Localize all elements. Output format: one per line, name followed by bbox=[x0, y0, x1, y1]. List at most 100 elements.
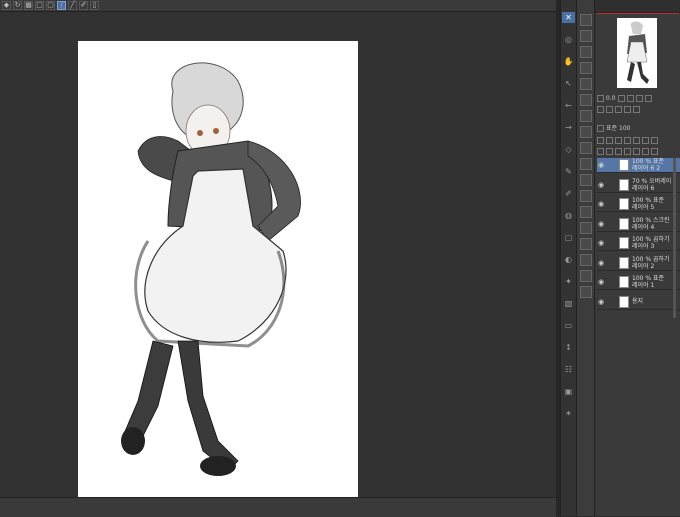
crop-icon[interactable]: ▢ bbox=[46, 1, 55, 10]
layer-row[interactable]: ◉ 100 % 표준 레이어 1 bbox=[597, 275, 680, 290]
layer-label: 100 % 곱하기 레이어 3 bbox=[632, 236, 670, 250]
tool-button[interactable]: → bbox=[562, 122, 575, 133]
tool-button[interactable]: ▭ bbox=[562, 320, 575, 331]
tool-options-bar: ◆ ↻ ▦ □ ▢ ∕ ╱ ✐ ▯ bbox=[0, 0, 560, 12]
layer-label: 100 % 스크린 레이어 4 bbox=[632, 217, 670, 231]
layer-label: 용지 bbox=[632, 298, 643, 305]
layer-opacity-value[interactable]: 100 bbox=[619, 124, 630, 133]
visibility-eye-icon[interactable]: ◉ bbox=[597, 200, 605, 208]
layer-row[interactable]: ◉ 100 % 스크린 레이어 4 bbox=[597, 217, 680, 232]
tool-button[interactable]: ✎ bbox=[562, 166, 575, 177]
tool-button[interactable]: ↖ bbox=[562, 78, 575, 89]
layer-label: 100 % 곱하기 레이어 2 bbox=[632, 256, 670, 270]
brush-icon[interactable]: ✐ bbox=[79, 1, 88, 10]
layer-row[interactable]: ◉ 100 % 곱하기 레이어 3 bbox=[597, 236, 680, 251]
layer-thumbnail bbox=[619, 295, 629, 308]
visibility-eye-icon[interactable]: ◉ bbox=[597, 278, 605, 286]
tool-button[interactable]: ✶ bbox=[562, 408, 575, 419]
visibility-eye-icon[interactable]: ◉ bbox=[597, 298, 605, 306]
layer-label: 70 % 오버레이 레이어 6 bbox=[632, 178, 671, 192]
layer-row[interactable]: ◉ 100 % 곱하기 레이어 2 bbox=[597, 256, 680, 271]
flip-icon[interactable]: ◆ bbox=[2, 1, 11, 10]
layer-name-text: 레이어 2 bbox=[632, 262, 655, 270]
layer-name-text: 용지 bbox=[632, 298, 644, 305]
panel-toggle-button[interactable] bbox=[580, 270, 592, 282]
layer-name-text: 레이어 1 bbox=[632, 282, 655, 289]
opacity-row[interactable]: 0.0 bbox=[597, 94, 679, 103]
tool-button[interactable]: ← bbox=[562, 100, 575, 111]
panel-toggle-button[interactable] bbox=[580, 238, 592, 250]
tool-palette: ✕ ◎ ✋ ↖ ← → ◇ ✎ ✐ ◍ ▢ ◐ ✦ ▧ ▭ ↕ ☷ ▣ ✶ bbox=[560, 0, 577, 516]
layer-row[interactable]: ◉ 100 % 표준 레이어 6 2 bbox=[597, 158, 680, 173]
layer-name-text: 레이어 3 bbox=[632, 243, 655, 250]
panel-toggle-button[interactable] bbox=[580, 190, 592, 202]
visibility-eye-icon[interactable]: ◉ bbox=[597, 181, 605, 189]
tool-button[interactable]: ◎ bbox=[562, 34, 575, 45]
tool-button[interactable]: ▢ bbox=[562, 232, 575, 243]
panel-toggle-button[interactable] bbox=[580, 158, 592, 170]
blend-mode-select[interactable]: 표준 bbox=[606, 124, 617, 133]
layer-row[interactable]: ◉ 100 % 표준 레이어 5 bbox=[597, 197, 680, 212]
layer-mode-text: 100 % 곱하기 bbox=[632, 236, 670, 243]
visibility-eye-icon[interactable]: ◉ bbox=[597, 239, 605, 247]
panel-toggle-button[interactable] bbox=[580, 62, 592, 74]
panel-toggle-button[interactable] bbox=[580, 94, 592, 106]
grid-icon[interactable]: ▦ bbox=[24, 1, 33, 10]
ruler-icon[interactable]: ╱ bbox=[68, 1, 77, 10]
tool-button[interactable]: ▣ bbox=[562, 386, 575, 397]
tool-button[interactable]: ✐ bbox=[562, 188, 575, 199]
layer-mode-text: 100 % 곱하기 bbox=[632, 255, 670, 263]
panel-toggle-button[interactable] bbox=[580, 30, 592, 42]
panel-toggle-button[interactable] bbox=[580, 174, 592, 186]
canvas-paper[interactable] bbox=[78, 41, 358, 507]
visibility-eye-icon[interactable]: ◉ bbox=[597, 161, 605, 169]
panel-toggle-button[interactable] bbox=[580, 286, 592, 298]
tool-button[interactable]: ✦ bbox=[562, 276, 575, 287]
panel-toggle-button[interactable] bbox=[580, 78, 592, 90]
tool-button[interactable]: ◇ bbox=[562, 144, 575, 155]
panel-toggle-button[interactable] bbox=[580, 14, 592, 26]
tool-button[interactable]: ◐ bbox=[562, 254, 575, 265]
right-panel: 0.0 표준 100 ◉ 100 % 표준 레이어 6 2 ◉ 70 % 오버레이 레이어 … bbox=[594, 0, 680, 516]
tool-button[interactable]: ↕ bbox=[562, 342, 575, 353]
layer-thumbnail bbox=[619, 159, 629, 171]
box-icon[interactable]: □ bbox=[35, 1, 44, 10]
navigator-thumbnail[interactable] bbox=[617, 18, 657, 88]
panel-toggle-button[interactable] bbox=[580, 222, 592, 234]
navigator-zoom-indicator bbox=[597, 13, 679, 14]
visibility-eye-icon[interactable]: ◉ bbox=[597, 220, 605, 228]
panel-toggle-button[interactable] bbox=[580, 126, 592, 138]
tool-button[interactable]: ▧ bbox=[562, 298, 575, 309]
layer-mode-text: 100 % 표준 bbox=[632, 158, 665, 165]
status-bar bbox=[0, 497, 556, 517]
tool-button[interactable]: ☷ bbox=[562, 364, 575, 375]
layer-name-text: 레이어 6 2 bbox=[632, 165, 661, 172]
panel-toggle-button[interactable] bbox=[580, 254, 592, 266]
layer-name-text: 레이어 5 bbox=[632, 204, 655, 211]
phone-icon[interactable]: ▯ bbox=[90, 1, 99, 10]
layer-thumbnail bbox=[619, 256, 629, 269]
opacity-value: 0.0 bbox=[606, 95, 616, 102]
navigator-header bbox=[595, 0, 680, 13]
blend-mode-row[interactable]: 표준 100 bbox=[597, 124, 679, 133]
layer-label: 100 % 표준 레이어 6 2 bbox=[632, 158, 664, 172]
layer-name-text: 레이어 6 bbox=[632, 184, 655, 192]
pen-icon[interactable]: ∕ bbox=[57, 1, 66, 10]
panel-toggle-button[interactable] bbox=[580, 110, 592, 122]
panel-toggle-button[interactable] bbox=[580, 142, 592, 154]
layer-row[interactable]: ◉ 70 % 오버레이 레이어 6 bbox=[597, 178, 680, 193]
layer-name-text: 레이어 4 bbox=[632, 223, 655, 231]
panel-toggle-button[interactable] bbox=[580, 206, 592, 218]
tool-button[interactable]: ✋ bbox=[562, 56, 575, 67]
panel-toggle-button[interactable] bbox=[580, 46, 592, 58]
visibility-eye-icon[interactable]: ◉ bbox=[597, 259, 605, 267]
tool-button[interactable]: ◍ bbox=[562, 210, 575, 221]
tool-button[interactable]: ✕ bbox=[562, 12, 575, 23]
rotate-icon[interactable]: ↻ bbox=[13, 1, 22, 10]
rotation-row[interactable] bbox=[597, 105, 679, 114]
layer-row[interactable]: ◉ 용지 bbox=[597, 295, 680, 310]
panel-icon-strip bbox=[576, 0, 595, 516]
layer-list-scrollbar[interactable] bbox=[673, 158, 676, 318]
layer-mode-text: 100 % 표준 bbox=[632, 275, 665, 282]
canvas-area[interactable] bbox=[0, 12, 556, 507]
